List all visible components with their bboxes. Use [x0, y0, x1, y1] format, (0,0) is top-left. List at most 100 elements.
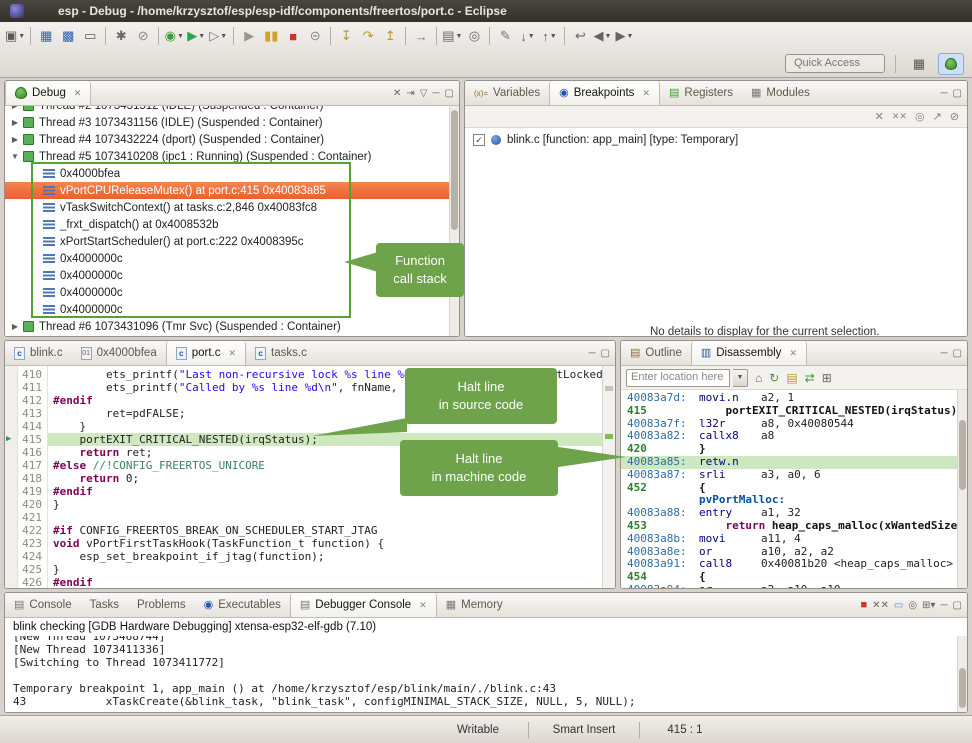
location-dropdown-icon[interactable]: ▼ [733, 369, 748, 387]
tab-debugger-console[interactable]: ▤ Debugger Console ✕ [290, 593, 437, 617]
run-button[interactable]: ▶▼ [186, 25, 206, 47]
save-all-button[interactable]: ▩ [58, 25, 78, 47]
collapse-arrow-icon[interactable]: ▶ [9, 106, 21, 110]
close-icon[interactable]: ✕ [229, 348, 237, 359]
tab-disassembly[interactable]: ▥ Disassembly ✕ [691, 341, 807, 365]
remove-all-breakpoints-icon[interactable]: ✕✕ [892, 111, 907, 122]
tab-modules[interactable]: ▦ Modules [742, 81, 819, 105]
open-console-icon[interactable]: ⊞▾ [922, 600, 935, 611]
open-perspective-button[interactable]: ▦ [906, 53, 932, 75]
dropdown-arrow-icon[interactable]: ▼ [220, 33, 227, 40]
code-line[interactable]: } [48, 563, 602, 576]
minimize-icon[interactable]: ─ [940, 348, 947, 359]
step-over-button[interactable]: ↷ [358, 25, 378, 47]
disconnect-button[interactable]: ⊝ [305, 25, 325, 47]
maximize-icon[interactable]: ▢ [953, 88, 962, 99]
tab-outline[interactable]: ▤ Outline [621, 341, 691, 365]
dropdown-arrow-icon[interactable]: ▼ [18, 33, 25, 40]
show-supported-breakpoints-icon[interactable]: ◎ [915, 110, 925, 123]
external-tools-button[interactable]: ▷▼ [208, 25, 228, 47]
view-menu-icon[interactable]: ▽ [420, 88, 428, 99]
tab-executables[interactable]: ◉ Executables [195, 593, 290, 617]
tab-port-c[interactable]: c port.c ✕ [166, 341, 246, 365]
next-annotation-button[interactable]: ↓▼ [517, 25, 537, 47]
stack-frame-row[interactable]: 0x4000000c [5, 301, 459, 318]
maximize-icon[interactable]: ▢ [953, 348, 962, 359]
debug-thread-row[interactable]: ▶Thread #3 1073431156 (IDLE) (Suspended … [5, 114, 459, 131]
maximize-icon[interactable]: ▢ [445, 88, 454, 99]
stack-frame-row[interactable]: 0x4000bfea [5, 165, 459, 182]
debug-thread-row[interactable]: ▼Thread #5 1073410208 (ipc1 : Running) (… [5, 148, 459, 165]
location-input[interactable]: Enter location here [626, 369, 730, 387]
minimize-icon[interactable]: ─ [432, 88, 439, 99]
pin-console-icon[interactable]: ◎ [908, 600, 917, 611]
step-into-button[interactable]: ↧ [336, 25, 356, 47]
forward-button[interactable]: ▶▼ [614, 25, 634, 47]
new-wizard-button[interactable]: ▣▼ [5, 25, 25, 47]
connect-icon[interactable]: ⇥ [406, 88, 414, 99]
editor-marker-ruler[interactable]: ▶ [5, 366, 18, 588]
maximize-icon[interactable]: ▢ [601, 348, 610, 359]
tab-breakpoints[interactable]: ◉ Breakpoints ✕ [549, 81, 660, 105]
dropdown-arrow-icon[interactable]: ▼ [456, 33, 463, 40]
mark-occurrences-button[interactable]: ✎ [495, 25, 515, 47]
close-icon[interactable]: ✕ [419, 600, 427, 611]
tab-registers[interactable]: ▤ Registers [660, 81, 742, 105]
tab-console[interactable]: ▤ Console [5, 593, 81, 617]
minimize-icon[interactable]: ─ [940, 88, 947, 99]
skip-all-breakpoints-button[interactable]: ⊘ [133, 25, 153, 47]
dropdown-arrow-icon[interactable]: ▼ [550, 33, 557, 40]
tab-variables[interactable]: (x)= Variables [465, 81, 549, 105]
tab-memory[interactable]: ▦ Memory [437, 593, 512, 617]
collapse-arrow-icon[interactable]: ▶ [9, 322, 21, 331]
close-icon[interactable]: ✕ [642, 88, 650, 99]
stack-frame-row[interactable]: vPortCPUReleaseMutex() at port.c:415 0x4… [5, 182, 459, 199]
quick-access-box[interactable]: Quick Access [785, 54, 885, 73]
expand-arrow-icon[interactable]: ▼ [9, 152, 21, 161]
code-line[interactable] [48, 511, 602, 524]
minimize-icon[interactable]: ─ [588, 348, 595, 359]
debug-perspective-button[interactable] [938, 53, 964, 75]
code-line[interactable]: esp_set_breakpoint_if_jtag(function); [48, 550, 602, 563]
editor-overview-ruler[interactable] [602, 366, 615, 588]
tab-tasks-c[interactable]: c tasks.c [246, 341, 316, 365]
sync-selection-icon[interactable]: ⇄ [805, 371, 815, 385]
search-button[interactable]: ◎ [464, 25, 484, 47]
skip-all-breakpoints-icon[interactable]: ⊘ [950, 110, 959, 123]
new-disassembly-view-icon[interactable]: ⊞ [822, 371, 832, 385]
show-source-icon[interactable]: ▤ [786, 371, 797, 385]
collapse-arrow-icon[interactable]: ▶ [9, 118, 21, 127]
disassembly-line[interactable]: 452{ [621, 482, 967, 495]
goto-breakpoint-file-icon[interactable]: ↗ [933, 110, 942, 123]
close-icon[interactable]: ✕ [74, 88, 82, 99]
tab-debug[interactable]: Debug ✕ [5, 81, 91, 105]
minimize-icon[interactable]: ─ [940, 600, 947, 611]
disassembly-scrollbar[interactable] [957, 390, 967, 588]
tab-problems[interactable]: Problems [128, 593, 195, 617]
code-line[interactable]: } [48, 498, 602, 511]
breakpoint-row[interactable]: ✓ blink.c [function: app_main] [type: Te… [465, 130, 967, 149]
prev-annotation-button[interactable]: ↑▼ [539, 25, 559, 47]
stack-frame-row[interactable]: _frxt_dispatch() at 0x4008532b [5, 216, 459, 233]
close-icon[interactable]: ✕ [789, 348, 797, 359]
print-button[interactable]: ▭ [80, 25, 100, 47]
debug-thread-row[interactable]: ▶Thread #6 1073431096 (Tmr Svc) (Suspend… [5, 318, 459, 335]
new-cpp-project-button[interactable]: ▤▼ [442, 25, 462, 47]
dropdown-arrow-icon[interactable]: ▼ [528, 33, 535, 40]
tab-tasks[interactable]: Tasks [81, 593, 128, 617]
disassembly-line[interactable]: 40083a82:callx8a8 [621, 430, 967, 443]
maximize-icon[interactable]: ▢ [953, 600, 962, 611]
disassembly-line[interactable]: 40083a87:srlia3, a0, 6 [621, 469, 967, 482]
stack-frame-row[interactable]: vTaskSwitchContext() at tasks.c:2,846 0x… [5, 199, 459, 216]
remove-breakpoint-icon[interactable]: ✕ [875, 110, 884, 123]
tab-0x4000bfea[interactable]: 01 0x4000bfea [72, 341, 166, 365]
resume-button[interactable]: ▶ [239, 25, 259, 47]
window-titlebar[interactable]: esp - Debug - /home/krzysztof/esp/esp-id… [0, 0, 972, 22]
breakpoint-checkbox[interactable]: ✓ [473, 134, 485, 146]
save-button[interactable]: ▦ [36, 25, 56, 47]
build-button[interactable]: ✱ [111, 25, 131, 47]
clear-console-icon[interactable]: ▭ [894, 600, 903, 611]
code-line[interactable]: #if CONFIG_FREERTOS_BREAK_ON_SCHEDULER_S… [48, 524, 602, 537]
remove-all-terminated-icon[interactable]: ✕✕ [872, 600, 889, 611]
collapse-arrow-icon[interactable]: ▶ [9, 135, 21, 144]
